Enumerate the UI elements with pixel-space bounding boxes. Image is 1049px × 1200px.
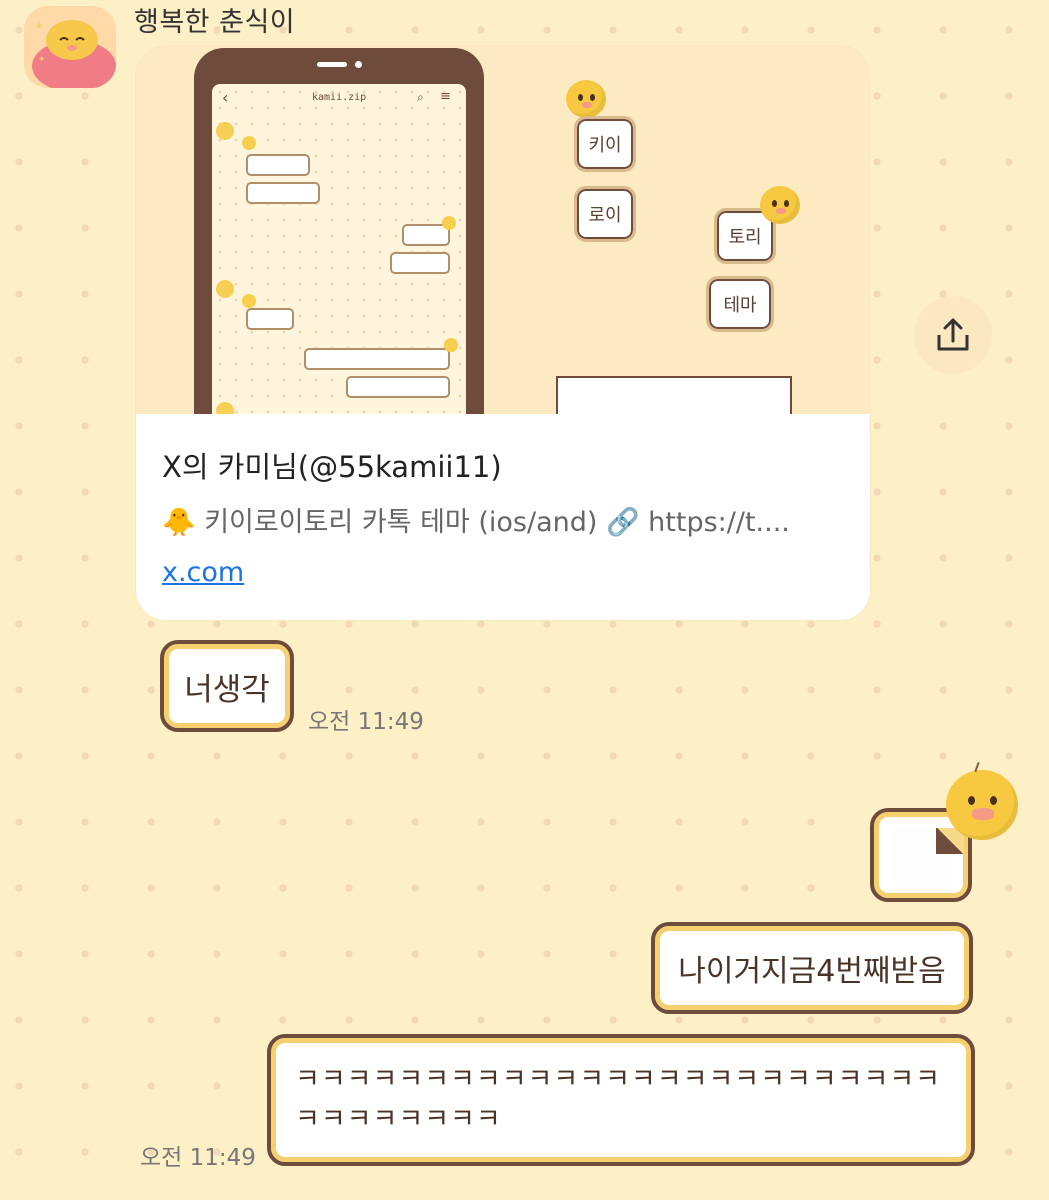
mini-bubble bbox=[390, 252, 450, 274]
sender-avatar[interactable]: ✦ ✦ bbox=[24, 6, 116, 88]
sender-name: 행복한 춘식이 bbox=[134, 7, 296, 38]
mini-bubble bbox=[246, 308, 294, 330]
theme-button-roi: 로이 bbox=[574, 186, 636, 242]
mini-bubble bbox=[346, 376, 450, 398]
message-text: 나이거지금4번째받음 bbox=[678, 954, 946, 989]
mini-chat-header: ‹ kamii.zip ⌕ ≡ bbox=[212, 84, 466, 114]
menu-icon: ≡ bbox=[440, 89, 451, 104]
chick-icon bbox=[566, 80, 606, 118]
link-preview-card[interactable]: ‹ kamii.zip ⌕ ≡ 키이 로이 토리 테마 X의 카미님(@55ka… bbox=[136, 46, 870, 620]
mini-chick-icon bbox=[442, 216, 456, 230]
message-text: 너생각 bbox=[184, 671, 270, 708]
mini-bubble bbox=[246, 154, 310, 176]
sleeping-character-icon: ✦ ✦ bbox=[24, 6, 116, 88]
mini-bubble bbox=[304, 348, 450, 370]
message-bubble-right[interactable]: ㅋㅋㅋㅋㅋㅋㅋㅋㅋㅋㅋㅋㅋㅋㅋㅋㅋㅋㅋㅋㅋㅋㅋㅋㅋㅋㅋㅋㅋㅋㅋㅋㅋ bbox=[267, 1034, 975, 1166]
phone-screen: ‹ kamii.zip ⌕ ≡ bbox=[212, 84, 466, 468]
theme-button-tema: 테마 bbox=[706, 276, 774, 332]
link-domain[interactable]: x.com bbox=[162, 557, 244, 588]
chick-sticker-icon bbox=[946, 761, 1018, 840]
message-text: ㅋㅋㅋㅋㅋㅋㅋㅋㅋㅋㅋㅋㅋㅋㅋㅋㅋㅋㅋㅋㅋㅋㅋㅋㅋㅋㅋㅋㅋㅋㅋㅋㅋ bbox=[295, 1064, 941, 1135]
message-timestamp: 오전 11:49 bbox=[140, 1145, 256, 1171]
search-icon: ⌕ bbox=[417, 90, 424, 104]
link-preview-image[interactable]: ‹ kamii.zip ⌕ ≡ 키이 로이 토리 테마 bbox=[136, 46, 870, 468]
mini-chick-icon bbox=[444, 338, 458, 352]
phone-mockup: ‹ kamii.zip ⌕ ≡ bbox=[194, 48, 484, 468]
svg-text:✦: ✦ bbox=[34, 19, 44, 33]
link-preview-text[interactable]: X의 카미님(@55kamii11) 🐥 키이로이토리 카톡 테마 (ios/a… bbox=[136, 414, 870, 620]
mini-chick-icon bbox=[242, 294, 256, 308]
share-icon bbox=[937, 318, 969, 351]
message-timestamp: 오전 11:49 bbox=[308, 709, 424, 735]
message-bubble-right[interactable]: 나이거지금4번째받음 bbox=[651, 922, 973, 1014]
mini-bubble bbox=[246, 182, 320, 204]
svg-text:✦: ✦ bbox=[38, 55, 46, 65]
chick-icon bbox=[760, 186, 800, 224]
mini-avatar bbox=[216, 280, 234, 298]
message-bubble-left[interactable]: 너생각 bbox=[160, 640, 294, 732]
mini-chat-title: kamii.zip bbox=[312, 92, 367, 103]
theme-button-kii: 키이 bbox=[574, 116, 636, 172]
back-arrow-icon: ‹ bbox=[222, 88, 229, 107]
mini-avatar bbox=[216, 122, 234, 140]
mini-chick-icon bbox=[242, 136, 256, 150]
link-description: 🐥 키이로이토리 카톡 테마 (ios/and) 🔗 https://t.... bbox=[162, 507, 790, 538]
share-button[interactable] bbox=[914, 296, 992, 374]
phone-notch bbox=[289, 48, 389, 82]
link-title[interactable]: X의 카미님(@55kamii11) bbox=[162, 444, 502, 486]
